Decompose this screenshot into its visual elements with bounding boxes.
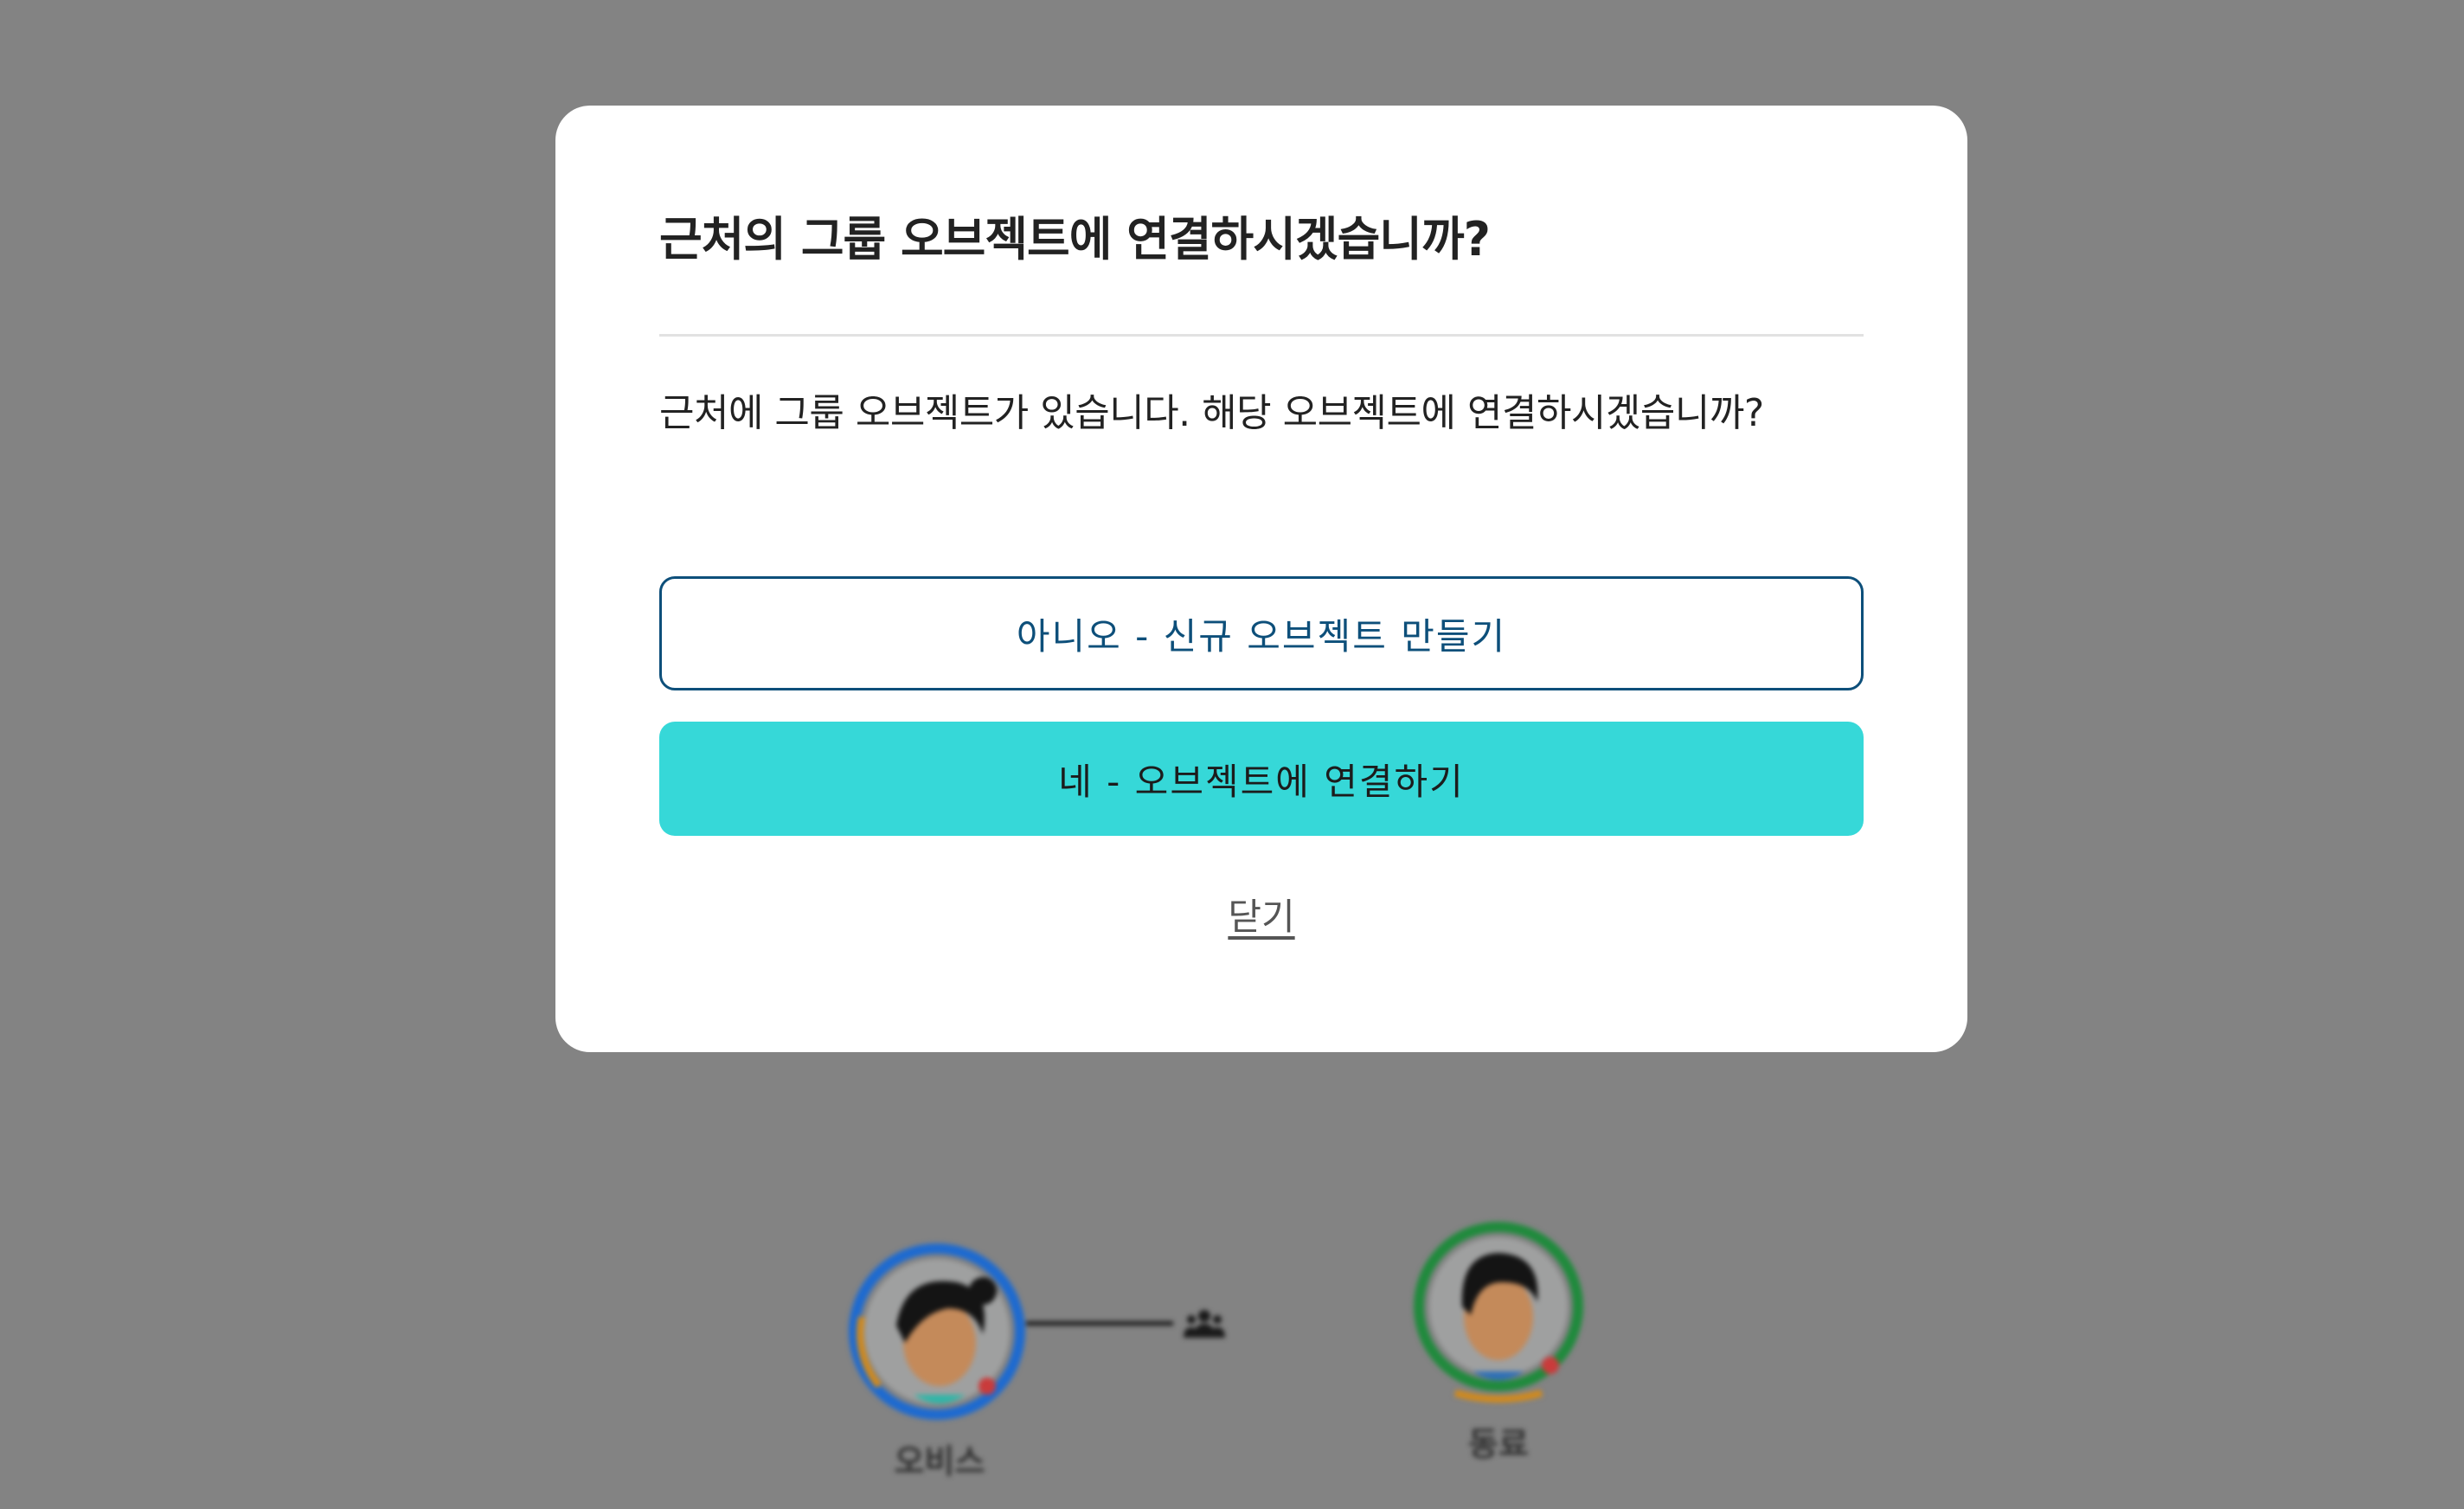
app-stage: 오비스 동료 근처의 그룹 오브젝트에 연결하시겠습니까? 근처에 그룹 오브젝… [0,0,2464,1509]
connect-object-button[interactable]: 네 - 오브젝트에 연결하기 [659,722,1864,836]
connection-line [1026,1321,1173,1326]
connect-object-label: 네 - 오브젝트에 연결하기 [1058,760,1465,803]
person-name-colleague: 동료 [1468,1425,1529,1463]
connect-group-dialog: 근처의 그룹 오브젝트에 연결하시겠습니까? 근처에 그룹 오브젝트가 있습니다… [555,106,1967,1052]
close-link[interactable]: 닫기 [555,888,1967,941]
person-name-obis: 오비스 [894,1442,985,1480]
dialog-title: 근처의 그룹 오브젝트에 연결하시겠습니까? [659,212,1491,266]
create-new-object-label: 아니오 - 신규 오브젝트 만들기 [1016,614,1507,658]
person-avatar-colleague[interactable] [1412,1220,1585,1405]
create-new-object-button[interactable]: 아니오 - 신규 오브젝트 만들기 [659,576,1864,690]
avatar-ring-icon [1414,1222,1583,1403]
person-avatar-obis[interactable] [844,1239,1030,1424]
group-people-icon [1184,1308,1225,1343]
avatar-ring-icon [849,1243,1025,1420]
dialog-message: 근처에 그룹 오브젝트가 있습니다. 해당 오브젝트에 연결하시겠습니까? [659,391,1764,435]
dialog-divider [659,334,1864,337]
